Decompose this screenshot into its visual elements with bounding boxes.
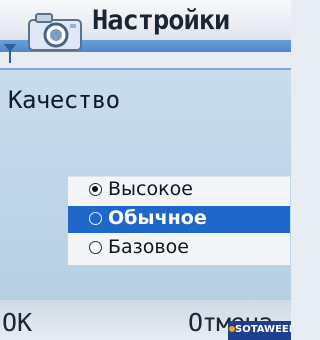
signal-icon: [4, 44, 16, 63]
radio-selected-icon: [89, 183, 102, 196]
option-label: Высокое: [108, 178, 193, 200]
settings-panel: Качество Высокое Обычное Базовое: [0, 68, 291, 302]
watermark-text: SOTAWEEK: [235, 324, 291, 335]
ok-softkey[interactable]: OK: [2, 308, 32, 337]
quality-options-list: Высокое Обычное Базовое: [68, 176, 290, 266]
page-title: Настройки: [92, 5, 230, 36]
title-bar: Настройки: [0, 0, 291, 52]
camera-icon: [28, 13, 82, 51]
phone-screen: Настройки Качество Высокое Обычное Базов…: [0, 0, 291, 340]
watermark-logo: SOTAWEEK: [228, 321, 291, 340]
radio-icon: [89, 241, 102, 254]
option-normal[interactable]: Обычное: [68, 206, 290, 233]
option-label: Обычное: [108, 207, 207, 229]
option-high[interactable]: Высокое: [68, 177, 290, 204]
option-basic[interactable]: Базовое: [68, 235, 290, 262]
quality-label: Качество: [8, 86, 120, 114]
radio-icon: [89, 212, 102, 225]
option-label: Базовое: [108, 236, 189, 258]
